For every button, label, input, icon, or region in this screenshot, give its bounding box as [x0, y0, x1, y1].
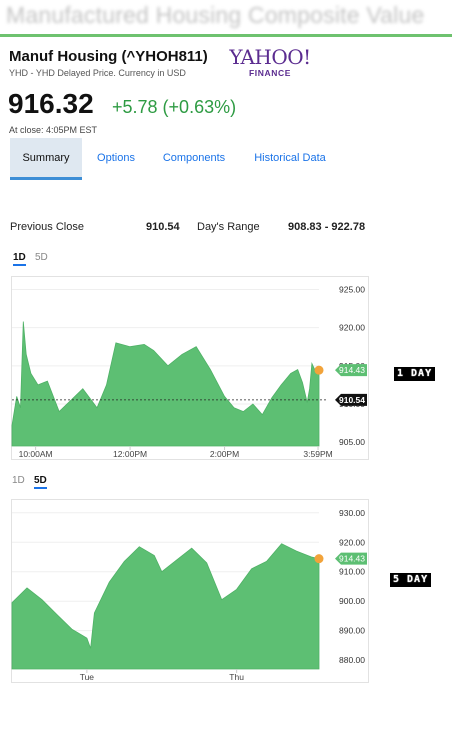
- y-tick-label: 920.00: [339, 323, 365, 333]
- range-1d-selected[interactable]: 1D: [13, 252, 26, 266]
- days-range-label: Day's Range: [197, 221, 260, 233]
- days-range-value: 908.83 - 922.78: [288, 221, 366, 233]
- y-tick-label: 880.00: [339, 655, 365, 665]
- current-price: 916.32: [8, 88, 94, 119]
- tab-options[interactable]: Options: [88, 138, 144, 180]
- y-tick-label: 920.00: [339, 537, 365, 547]
- tab-historical-data[interactable]: Historical Data: [246, 138, 334, 180]
- prev-close-tag: 910.54: [335, 393, 367, 406]
- y-tick-label: 925.00: [339, 284, 365, 294]
- y-tick-label: 930.00: [339, 508, 365, 518]
- chart-1d-svg: 925.00920.00915.00910.00905.00910.54914.…: [11, 276, 369, 460]
- range-1d-option[interactable]: 1D: [12, 475, 25, 486]
- last-price-dot: [314, 554, 324, 564]
- close-time: At close: 4:05PM EST: [9, 125, 98, 135]
- one-day-badge: 1 DAY: [394, 367, 436, 381]
- y-tick-label: 900.00: [339, 596, 365, 606]
- y-tick-label: 910.00: [339, 567, 365, 577]
- quote-title: Manuf Housing (^YHOH811): [9, 48, 208, 65]
- x-tick-label: 3:59PM: [303, 449, 332, 459]
- range-5d-selected[interactable]: 5D: [34, 475, 47, 489]
- logo-word: YAHOO!: [229, 45, 311, 69]
- quote-subtitle: YHD - YHD Delayed Price. Currency in USD: [9, 68, 186, 78]
- last-price-tag: 914.43: [335, 552, 367, 565]
- tab-summary[interactable]: Summary: [10, 138, 82, 180]
- last-price-tag: 914.43: [335, 364, 367, 377]
- page-banner: Manufactured Housing Composite Value: [6, 2, 425, 28]
- prev-close-value: 910.54: [146, 221, 180, 233]
- tab-components[interactable]: Components: [156, 138, 232, 180]
- logo-sub: FINANCE: [249, 68, 291, 78]
- price-change: +5.78 (+0.63%): [112, 97, 237, 117]
- series-area: [11, 321, 320, 447]
- last-price-tag-label: 914.43: [339, 365, 365, 375]
- last-price-tag-label: 914.43: [339, 554, 365, 564]
- x-tick-label: Thu: [229, 672, 244, 682]
- chart-5d-svg: 930.00 920.00 910.00 900.00 890.00 880.00 914.…: [11, 499, 369, 683]
- x-tick-label: 10:00AM: [19, 449, 53, 459]
- chart-5d: 930.00 920.00 910.00 900.00 890.00 880.00 914.…: [11, 499, 369, 684]
- five-day-badge: 5 DAY: [390, 573, 432, 587]
- y-tick-label: 905.00: [339, 437, 365, 447]
- x-tick-label: 12:00PM: [113, 449, 147, 459]
- range-5d-option[interactable]: 5D: [35, 252, 48, 263]
- x-tick-label: 2:00PM: [210, 449, 239, 459]
- yahoo-finance-logo: YAHOO! FINANCE: [228, 46, 312, 78]
- y-tick-label: 890.00: [339, 626, 365, 636]
- chart-1d: 925.00920.00915.00910.00905.00910.54914.…: [11, 276, 369, 461]
- series-area: [11, 543, 320, 670]
- last-price-dot: [314, 365, 324, 375]
- prev-close-tag-label: 910.54: [339, 395, 365, 405]
- prev-close-label: Previous Close: [10, 221, 84, 233]
- banner-divider: [0, 34, 452, 37]
- x-tick-label: Tue: [80, 672, 95, 682]
